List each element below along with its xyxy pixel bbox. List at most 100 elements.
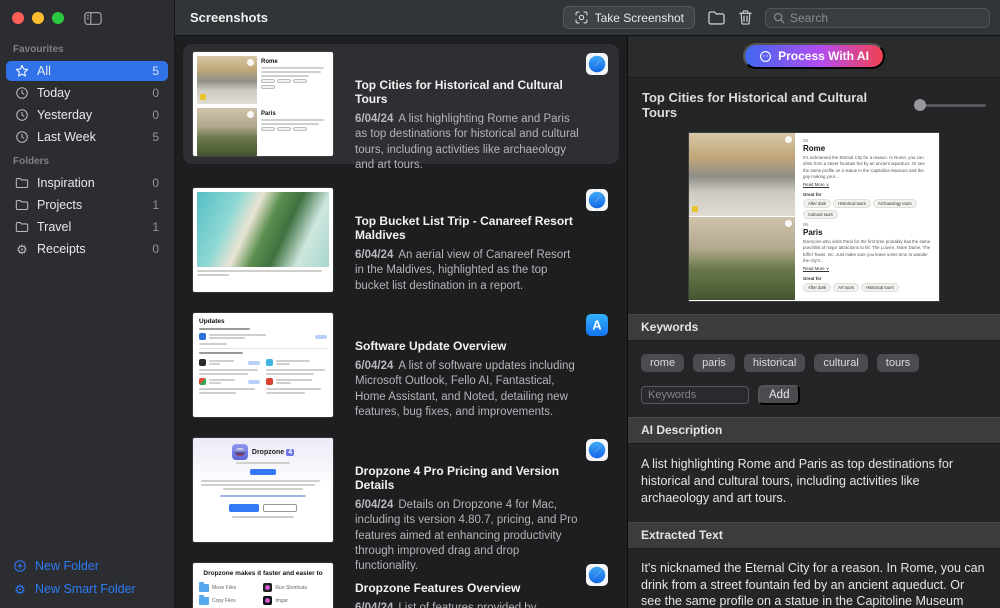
keyword-tag[interactable]: historical xyxy=(744,354,805,372)
keywords-body: rome paris historical cultural tours Add xyxy=(628,341,1000,417)
thumbnail-dropzone-features: Dropzone makes it faster and easier to M… xyxy=(193,563,333,608)
keywords-header: Keywords xyxy=(628,314,1000,341)
heart-badge xyxy=(785,220,792,227)
preview-paris-text: Everyone who visits Paris for the first … xyxy=(803,239,932,265)
sidebar-item-inspiration[interactable]: Inspiration 0 xyxy=(6,173,168,193)
gear-icon: ⚙ xyxy=(15,243,29,256)
thumb-feature-label: Move Files xyxy=(212,585,236,591)
folder-icon[interactable] xyxy=(707,9,726,26)
preview-pill: After dark xyxy=(803,283,831,292)
clock-icon xyxy=(15,86,29,100)
screenshot-preview[interactable]: 05. Rome It's nicknamed the Eternal City… xyxy=(689,133,939,301)
sidebar: Favourites All 5 Today 0 Yesterday 0 xyxy=(0,0,175,608)
item-date: 6/04/24 xyxy=(355,499,393,511)
zoom-window-button[interactable] xyxy=(52,12,64,24)
thumb-rome-label: Rome xyxy=(261,59,329,65)
preview-pill: Historical tours xyxy=(833,199,871,208)
safari-icon xyxy=(586,439,608,461)
folder-icon xyxy=(15,176,29,190)
preview-pill: Historical tours xyxy=(861,283,899,292)
new-smart-folder-label: New Smart Folder xyxy=(35,582,136,596)
keyword-tag[interactable]: paris xyxy=(693,354,735,372)
preview-read-more: Read More ∨ xyxy=(803,266,932,272)
take-screenshot-label: Take Screenshot xyxy=(595,11,684,25)
thumb-feature-label: Run Shortcuts xyxy=(275,585,307,591)
sidebar-item-all[interactable]: All 5 xyxy=(6,61,168,81)
search-icon xyxy=(773,12,785,24)
sidebar-toggle-icon[interactable] xyxy=(84,11,102,26)
item-date: 6/04/24 xyxy=(355,360,393,372)
minimize-window-button[interactable] xyxy=(32,12,44,24)
main-area: Screenshots Take Screenshot xyxy=(175,0,1000,608)
list-item[interactable]: Rome Paris xyxy=(183,44,619,164)
thumb-dropzone-version: 4 xyxy=(286,449,294,456)
heart-badge xyxy=(785,136,792,143)
add-keyword-button[interactable]: Add xyxy=(758,385,800,405)
new-folder-button[interactable]: New Folder xyxy=(13,559,161,573)
folder-icon xyxy=(15,198,29,212)
list-item[interactable]: Updates xyxy=(183,305,619,425)
keyword-input[interactable] xyxy=(641,386,749,404)
sidebar-item-projects[interactable]: Projects 1 xyxy=(6,195,168,215)
slider-knob[interactable] xyxy=(914,99,926,111)
preview-read-more: Read More ∨ xyxy=(803,182,932,188)
new-folder-label: New Folder xyxy=(35,559,99,573)
search-field[interactable] xyxy=(765,8,990,28)
thumbnail-rome-paris: Rome Paris xyxy=(193,52,333,156)
list-item[interactable]: Dropzone4 Dropzo xyxy=(183,430,619,550)
preview-rome-name: Rome xyxy=(803,144,932,153)
item-count: 1 xyxy=(152,198,159,212)
zoom-slider[interactable] xyxy=(914,98,986,112)
preview-wrap: 05. Rome It's nicknamed the Eternal City… xyxy=(628,128,1000,314)
heart-badge xyxy=(247,111,254,118)
item-count: 5 xyxy=(152,64,159,78)
sidebar-item-receipts[interactable]: ⚙ Receipts 0 xyxy=(6,239,168,259)
new-smart-folder-button[interactable]: ⚙ New Smart Folder xyxy=(13,582,161,596)
process-with-ai-label: Process With AI xyxy=(778,49,869,63)
preview-pill: Archaeology tours xyxy=(873,199,917,208)
sidebar-item-last-week[interactable]: Last Week 5 xyxy=(6,127,168,147)
clock-icon xyxy=(15,130,29,144)
keyword-tag[interactable]: rome xyxy=(641,354,684,372)
star-icon xyxy=(15,64,29,78)
preview-paris-photo xyxy=(689,217,795,300)
thumb-feature-label: Copy Files xyxy=(212,598,236,604)
preview-rome-photo xyxy=(689,133,795,216)
item-date: 6/04/24 xyxy=(355,113,393,125)
preview-rome-text: It's nicknamed the Eternal City for a re… xyxy=(803,155,932,181)
favourites-section-label: Favourites xyxy=(0,36,174,60)
preview-pill: After dark xyxy=(803,199,831,208)
thumbnail-updates: Updates xyxy=(193,313,333,417)
folders-section-label: Folders xyxy=(0,148,174,172)
close-window-button[interactable] xyxy=(12,12,24,24)
sidebar-item-label: Projects xyxy=(37,198,82,212)
sidebar-item-label: Yesterday xyxy=(37,108,92,122)
process-with-ai-button[interactable]: Process With AI xyxy=(743,43,885,69)
toolbar: Screenshots Take Screenshot xyxy=(175,0,1000,36)
take-screenshot-button[interactable]: Take Screenshot xyxy=(563,6,695,29)
sidebar-item-label: Receipts xyxy=(37,242,86,256)
item-title: Top Bucket List Trip - Canareef Resort M… xyxy=(355,214,579,242)
search-input[interactable] xyxy=(790,11,982,25)
thumbnail-dropzone4: Dropzone4 xyxy=(193,438,333,542)
keyword-tag[interactable]: tours xyxy=(877,354,919,372)
preview-rome-number: 05. xyxy=(803,138,932,143)
sidebar-footer: New Folder ⚙ New Smart Folder xyxy=(0,553,174,608)
item-count: 0 xyxy=(152,108,159,122)
sidebar-item-today[interactable]: Today 0 xyxy=(6,83,168,103)
sidebar-item-yesterday[interactable]: Yesterday 0 xyxy=(6,105,168,125)
list-item[interactable]: Dropzone makes it faster and easier to M… xyxy=(183,555,619,608)
screenshot-list: Rome Paris xyxy=(175,36,628,608)
ai-description-text: A list highlighting Rome and Paris as to… xyxy=(628,444,1000,522)
heart-badge xyxy=(247,59,254,66)
keyword-tag[interactable]: cultural xyxy=(814,354,867,372)
item-date: 6/04/24 xyxy=(355,602,393,608)
preview-great-for: Great for xyxy=(803,192,932,197)
sidebar-item-travel[interactable]: Travel 1 xyxy=(6,217,168,237)
preview-paris-number: 06. xyxy=(803,222,932,227)
trash-icon[interactable] xyxy=(738,9,753,26)
preview-paris-name: Paris xyxy=(803,228,932,237)
list-item[interactable]: Top Bucket List Trip - Canareef Resort M… xyxy=(183,180,619,300)
item-title: Software Update Overview xyxy=(355,339,579,353)
item-title: Top Cities for Historical and Cultural T… xyxy=(355,78,579,106)
